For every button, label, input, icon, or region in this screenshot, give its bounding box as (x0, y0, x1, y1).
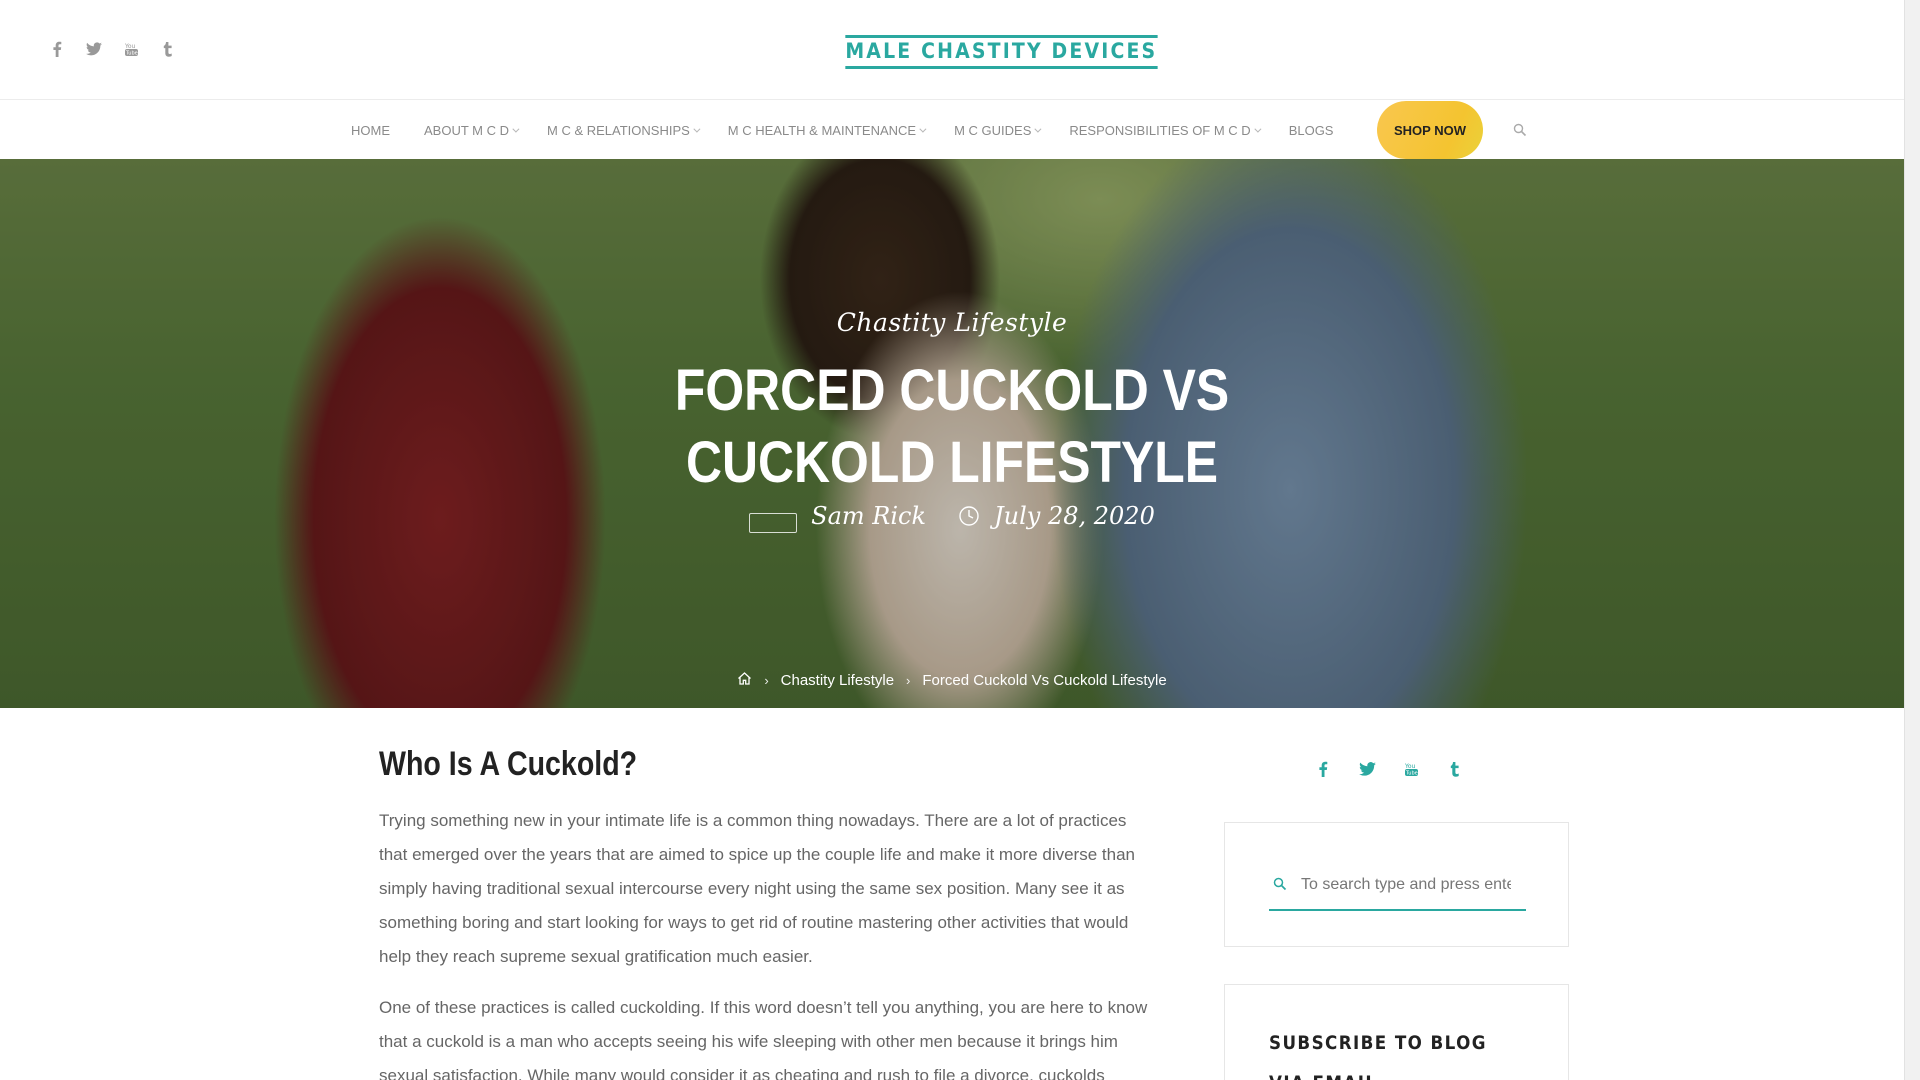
nav-item-home[interactable]: HOME (351, 123, 390, 138)
chevron-down-icon (1254, 125, 1262, 133)
nav-item-guides[interactable]: M C GUIDES (954, 123, 1042, 138)
nav-item-label[interactable]: M C HEALTH & MAINTENANCE (728, 123, 916, 138)
widget-title: SUBSCRIBE TO BLOG VIA EMAIL (1269, 1032, 1487, 1080)
post-title: FORCED CUCKOLD VS CUCKOLD LIFESTYLE (674, 358, 1230, 495)
nav-item-label[interactable]: M C & RELATIONSHIPS (547, 123, 690, 138)
section-heading: Who Is A Cuckold? (379, 745, 638, 783)
main-navigation: HOME ABOUT M C D M C & RELATIONSHIPS M C… (0, 101, 1904, 159)
hero-content: Chastity Lifestyle FORCED CUCKOLD VS CUC… (0, 159, 1904, 708)
post-date: July 28, 2020 (994, 502, 1155, 530)
youtube-icon[interactable]: You Tube (1402, 760, 1420, 778)
home-icon[interactable] (737, 671, 752, 690)
article-paragraph: Trying something new in your intimate li… (379, 811, 1135, 966)
search-input[interactable] (1301, 876, 1511, 894)
top-header: You Tube MALE CHASTITY DEVICES (0, 0, 1904, 100)
shop-now-button[interactable]: SHOP NOW (1377, 101, 1483, 159)
svg-text:Tube: Tube (125, 51, 138, 57)
tumblr-icon[interactable] (1446, 760, 1464, 778)
nav-item-health[interactable]: M C HEALTH & MAINTENANCE (728, 123, 927, 138)
nav-item-blogs[interactable]: BLOGS (1289, 123, 1334, 138)
clock-icon (958, 505, 980, 527)
twitter-icon[interactable] (85, 40, 103, 58)
page-scrollbar[interactable] (1904, 0, 1920, 1080)
chevron-right-icon: › (764, 673, 769, 688)
site-logo-text[interactable]: MALE CHASTITY DEVICES (845, 35, 1158, 69)
chevron-down-icon (919, 125, 927, 133)
article-content: Who Is A Cuckold? Trying something new i… (379, 745, 1149, 1080)
nav-item-label[interactable]: RESPONSIBILITIES OF M C D (1069, 123, 1250, 138)
hero-banner: Chastity Lifestyle FORCED CUCKOLD VS CUC… (0, 159, 1904, 708)
breadcrumb-current: Forced Cuckold Vs Cuckold Lifestyle (922, 672, 1167, 689)
article-paragraph: One of these practices is called cuckold… (379, 998, 1148, 1080)
svg-text:You: You (1405, 763, 1416, 770)
svg-text:You: You (125, 43, 136, 50)
author-avatar[interactable] (749, 513, 798, 533)
nav-menu: HOME ABOUT M C D M C & RELATIONSHIPS M C… (351, 101, 1333, 159)
breadcrumb-category[interactable]: Chastity Lifestyle (781, 672, 894, 689)
sidebar-search (1269, 861, 1526, 911)
nav-item-label[interactable]: ABOUT M C D (424, 123, 509, 138)
chevron-down-icon (512, 125, 520, 133)
chevron-right-icon: › (906, 673, 911, 688)
header-social-links: You Tube (48, 40, 177, 58)
search-icon[interactable] (1513, 123, 1527, 137)
breadcrumb: › Chastity Lifestyle › Forced Cuckold Vs… (0, 671, 1904, 690)
post-author[interactable]: Sam Rick (811, 502, 926, 530)
facebook-icon[interactable] (1314, 760, 1332, 778)
search-icon[interactable] (1273, 877, 1289, 893)
subscribe-widget: SUBSCRIBE TO BLOG VIA EMAIL (1224, 984, 1569, 1080)
chevron-down-icon (693, 125, 701, 133)
nav-item-label[interactable]: M C GUIDES (954, 123, 1031, 138)
twitter-icon[interactable] (1358, 760, 1376, 778)
search-widget (1224, 822, 1569, 947)
site-logo[interactable]: MALE CHASTITY DEVICES (828, 35, 1158, 69)
chevron-down-icon (1034, 125, 1042, 133)
youtube-icon[interactable]: You Tube (122, 40, 140, 58)
nav-item-label[interactable]: HOME (351, 123, 390, 138)
nav-item-responsibilities[interactable]: RESPONSIBILITIES OF M C D (1069, 123, 1262, 138)
nav-item-label[interactable]: BLOGS (1289, 123, 1334, 138)
nav-item-about[interactable]: ABOUT M C D (424, 123, 520, 138)
hero-category-link[interactable]: Chastity Lifestyle (0, 308, 1904, 337)
nav-item-relationships[interactable]: M C & RELATIONSHIPS (547, 123, 701, 138)
sidebar-social-links: You Tube (1314, 760, 1464, 778)
tumblr-icon[interactable] (159, 40, 177, 58)
facebook-icon[interactable] (48, 40, 66, 58)
post-meta: Sam Rick July 28, 2020 (0, 499, 1904, 533)
svg-text:Tube: Tube (1405, 771, 1418, 777)
